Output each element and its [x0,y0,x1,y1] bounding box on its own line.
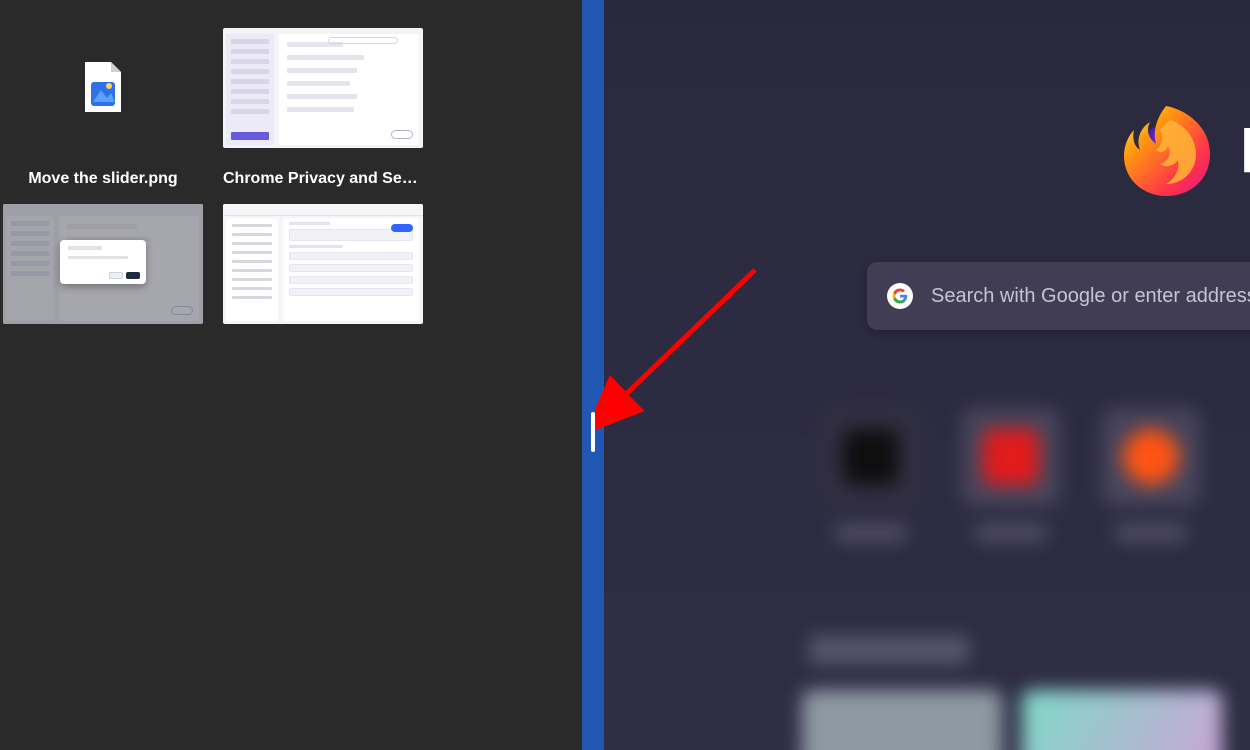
file-thumbnail [223,28,423,148]
file-item-dialog-screenshot[interactable] [2,204,204,324]
divider-handle[interactable] [591,412,595,452]
file-label: Chrome Privacy and Securi... [223,170,423,188]
snap-divider[interactable] [582,0,604,750]
shortcut-reddit[interactable] [1102,408,1200,540]
firefox-new-tab-pane: F Search with Google or enter address [604,0,1250,750]
file-thumbnail [3,28,203,148]
shortcut-x[interactable] [822,408,920,540]
shortcut-row [822,408,1200,540]
search-bar[interactable]: Search with Google or enter address [867,262,1250,330]
file-item-settings-screenshot[interactable] [222,204,424,324]
file-thumbnail [3,204,203,324]
firefox-brand: F [1116,100,1250,200]
google-icon [887,283,913,309]
recent-activity-cards [802,690,1222,750]
image-file-icon [81,60,125,116]
file-grid: Move the slider.png [0,0,582,324]
shortcut-youtube[interactable] [962,408,1060,540]
file-item-move-slider[interactable]: Move the slider.png [2,28,204,188]
firefox-logo-icon [1116,100,1216,200]
firefox-wordmark: F [1240,113,1250,187]
recent-card[interactable] [1022,690,1222,750]
file-label: Move the slider.png [28,170,177,188]
recent-card[interactable] [802,690,1002,750]
file-explorer-pane: Move the slider.png [0,0,582,750]
file-item-chrome-privacy[interactable]: Chrome Privacy and Securi... [222,28,424,188]
search-placeholder: Search with Google or enter address [931,285,1250,308]
recent-activity-heading [809,636,969,664]
file-thumbnail [223,204,423,324]
